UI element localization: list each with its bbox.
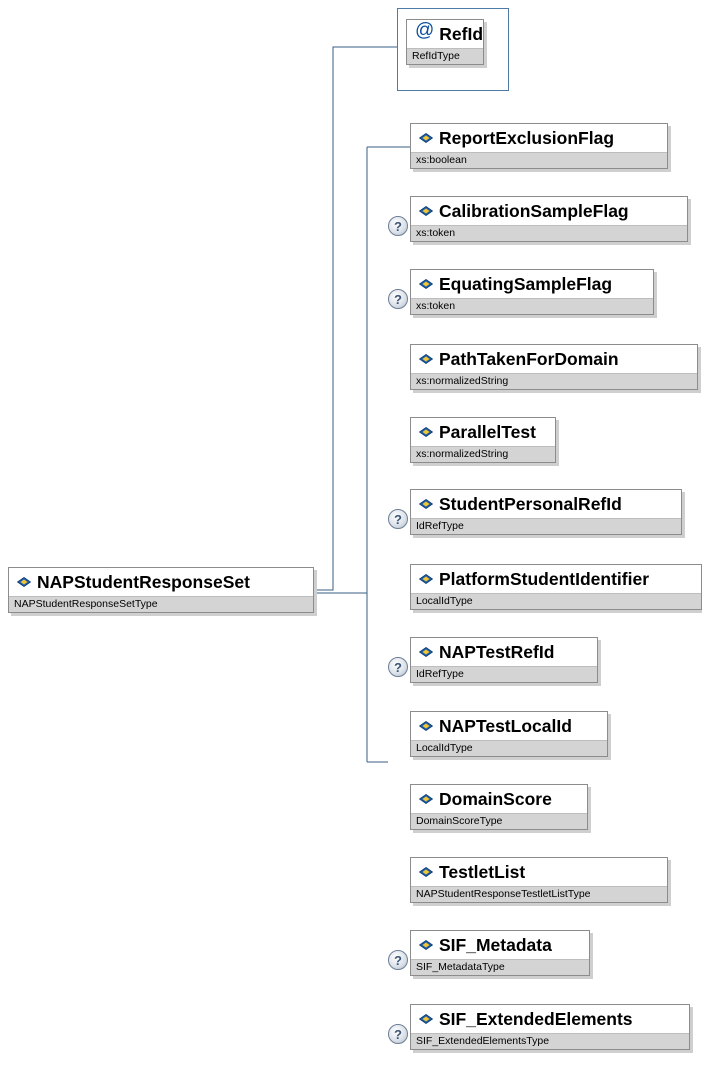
element-title: NAPTestRefId bbox=[411, 638, 597, 666]
element-type: IdRefType bbox=[411, 518, 681, 534]
root-title: NAPStudentResponseSet bbox=[9, 568, 313, 596]
element-name: ReportExclusionFlag bbox=[439, 128, 615, 148]
element-paralleltest[interactable]: ParallelTest xs:normalizedString bbox=[410, 417, 556, 463]
element-title: ParallelTest bbox=[411, 418, 555, 446]
element-name: NAPTestRefId bbox=[439, 642, 555, 662]
element-type: xs:token bbox=[411, 298, 653, 314]
element-type: LocalIdType bbox=[411, 740, 607, 756]
element-platformstudentidentifier[interactable]: PlatformStudentIdentifier LocalIdType bbox=[410, 564, 702, 610]
at-sign-icon: @ bbox=[415, 20, 435, 41]
root-name: NAPStudentResponseSet bbox=[37, 572, 250, 592]
element-calibrationsampleflag[interactable]: CalibrationSampleFlag xs:token bbox=[410, 196, 688, 242]
element-sif-extendedelements[interactable]: SIF_ExtendedElements SIF_ExtendedElements… bbox=[410, 1004, 690, 1050]
question-circle-icon: ? bbox=[388, 289, 408, 309]
element-diamond-icon bbox=[419, 940, 433, 950]
element-name: ParallelTest bbox=[439, 422, 536, 442]
element-diamond-icon bbox=[419, 427, 433, 437]
element-name: StudentPersonalRefId bbox=[439, 494, 622, 514]
element-name: NAPTestLocalId bbox=[439, 716, 572, 736]
element-type: xs:normalizedString bbox=[411, 446, 555, 462]
question-circle-icon: ? bbox=[388, 1024, 408, 1044]
element-type: xs:boolean bbox=[411, 152, 667, 168]
attribute-title: @ RefId bbox=[407, 20, 483, 48]
element-diamond-icon bbox=[419, 499, 433, 509]
question-circle-icon: ? bbox=[388, 216, 408, 236]
element-type: DomainScoreType bbox=[411, 813, 587, 829]
element-naptestrefid[interactable]: NAPTestRefId IdRefType bbox=[410, 637, 598, 683]
element-title: EquatingSampleFlag bbox=[411, 270, 653, 298]
element-type: NAPStudentResponseTestletListType bbox=[411, 886, 667, 902]
question-circle-icon: ? bbox=[388, 950, 408, 970]
element-title: CalibrationSampleFlag bbox=[411, 197, 687, 225]
element-type: IdRefType bbox=[411, 666, 597, 682]
element-title: NAPTestLocalId bbox=[411, 712, 607, 740]
element-diamond-icon bbox=[17, 577, 31, 587]
element-title: SIF_Metadata bbox=[411, 931, 589, 959]
question-circle-icon: ? bbox=[388, 657, 408, 677]
element-studentpersonalrefid[interactable]: StudentPersonalRefId IdRefType bbox=[410, 489, 682, 535]
element-type: xs:normalizedString bbox=[411, 373, 697, 389]
element-title: SIF_ExtendedElements bbox=[411, 1005, 689, 1033]
element-diamond-icon bbox=[419, 279, 433, 289]
attribute-group: @ RefId RefIdType bbox=[397, 8, 509, 91]
element-diamond-icon bbox=[419, 206, 433, 216]
element-pathtakenfordomain[interactable]: PathTakenForDomain xs:normalizedString bbox=[410, 344, 698, 390]
element-name: SIF_ExtendedElements bbox=[439, 1009, 633, 1029]
element-diamond-icon bbox=[419, 574, 433, 584]
element-diamond-icon bbox=[419, 867, 433, 877]
element-title: ReportExclusionFlag bbox=[411, 124, 667, 152]
element-testletlist[interactable]: TestletList NAPStudentResponseTestletList… bbox=[410, 857, 668, 903]
element-diamond-icon bbox=[419, 354, 433, 364]
element-name: PathTakenForDomain bbox=[439, 349, 619, 369]
element-diamond-icon bbox=[419, 794, 433, 804]
element-reportexclusionflag[interactable]: ReportExclusionFlag xs:boolean bbox=[410, 123, 668, 169]
element-name: DomainScore bbox=[439, 789, 552, 809]
element-equatingsampleflag[interactable]: EquatingSampleFlag xs:token bbox=[410, 269, 654, 315]
root-element[interactable]: NAPStudentResponseSet NAPStudentResponse… bbox=[8, 567, 314, 613]
element-title: PathTakenForDomain bbox=[411, 345, 697, 373]
attribute-refid[interactable]: @ RefId RefIdType bbox=[406, 19, 485, 65]
element-name: CalibrationSampleFlag bbox=[439, 201, 629, 221]
element-name: PlatformStudentIdentifier bbox=[439, 569, 650, 589]
element-type: SIF_ExtendedElementsType bbox=[411, 1033, 689, 1049]
element-name: EquatingSampleFlag bbox=[439, 274, 613, 294]
element-title: TestletList bbox=[411, 858, 667, 886]
element-naptestlocalid[interactable]: NAPTestLocalId LocalIdType bbox=[410, 711, 608, 757]
element-name: SIF_Metadata bbox=[439, 935, 552, 955]
element-type: xs:token bbox=[411, 225, 687, 241]
question-circle-icon: ? bbox=[388, 509, 408, 529]
element-title: StudentPersonalRefId bbox=[411, 490, 681, 518]
element-domainscore[interactable]: DomainScore DomainScoreType bbox=[410, 784, 588, 830]
element-diamond-icon bbox=[419, 1014, 433, 1024]
element-type: LocalIdType bbox=[411, 593, 701, 609]
element-diamond-icon bbox=[419, 133, 433, 143]
element-title: PlatformStudentIdentifier bbox=[411, 565, 701, 593]
element-sif-metadata[interactable]: SIF_Metadata SIF_MetadataType bbox=[410, 930, 590, 976]
root-type: NAPStudentResponseSetType bbox=[9, 596, 313, 612]
element-name: TestletList bbox=[439, 862, 526, 882]
element-type: SIF_MetadataType bbox=[411, 959, 589, 975]
element-diamond-icon bbox=[419, 721, 433, 731]
element-diamond-icon bbox=[419, 647, 433, 657]
attribute-name: RefId bbox=[439, 24, 484, 44]
attribute-type: RefIdType bbox=[407, 48, 484, 64]
element-title: DomainScore bbox=[411, 785, 587, 813]
